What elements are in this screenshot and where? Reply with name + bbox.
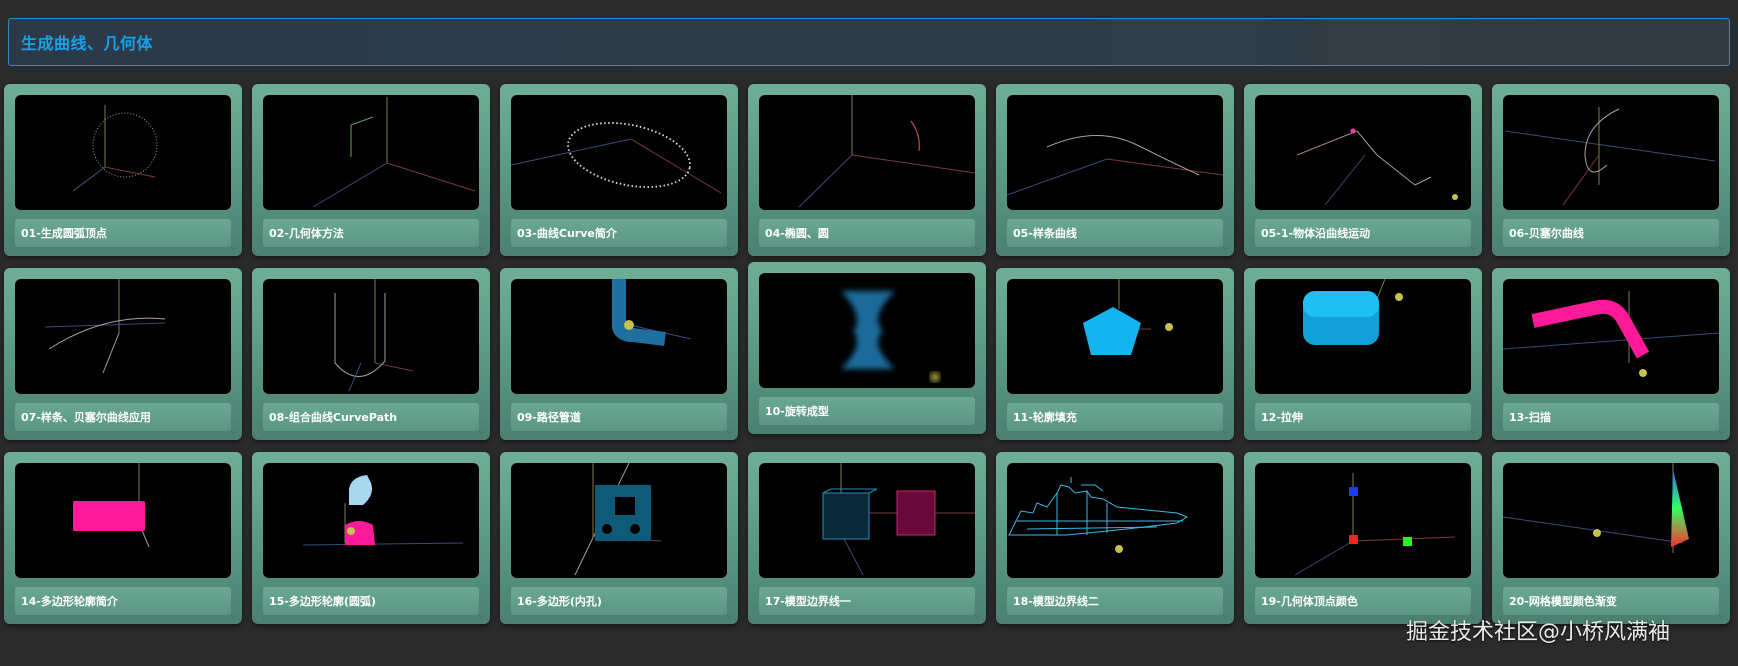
demo-card-14[interactable]: 13-扫描 (1492, 268, 1730, 440)
demo-card-label: 20-网格模型颜色渐变 (1503, 587, 1719, 615)
demo-card-04[interactable]: 04-椭圆、圆 (748, 84, 986, 256)
demo-preview (759, 463, 975, 578)
demo-card-03[interactable]: 03-曲线Curve简介 (500, 84, 738, 256)
demo-card-label: 06-贝塞尔曲线 (1503, 219, 1719, 247)
demo-card-label: 09-路径管道 (511, 403, 727, 431)
demo-preview (1503, 463, 1719, 578)
demo-card-18[interactable]: 17-模型边界线一 (748, 452, 986, 624)
demo-card-label: 07-样条、贝塞尔曲线应用 (15, 403, 231, 431)
demo-card-19[interactable]: 18-模型边界线二 (996, 452, 1234, 624)
demo-preview (511, 95, 727, 210)
demo-preview (263, 463, 479, 578)
demo-card-06[interactable]: 05-1-物体沿曲线运动 (1244, 84, 1482, 256)
demo-card-16[interactable]: 15-多边形轮廓(圆弧) (252, 452, 490, 624)
page-header: 生成曲线、几何体 (8, 18, 1730, 66)
demo-card-09[interactable]: 08-组合曲线CurvePath (252, 268, 490, 440)
demo-card-07[interactable]: 06-贝塞尔曲线 (1492, 84, 1730, 256)
page-title: 生成曲线、几何体 (21, 34, 154, 53)
demo-card-10[interactable]: 09-路径管道 (500, 268, 738, 440)
demo-card-label: 14-多边形轮廓简介 (15, 587, 231, 615)
demo-preview (1255, 279, 1471, 394)
demo-card-label: 12-拉伸 (1255, 403, 1471, 431)
demo-card-label: 16-多边形(内孔) (511, 587, 727, 615)
demo-preview (15, 279, 231, 394)
demo-preview (1007, 95, 1223, 210)
demo-preview (511, 279, 727, 394)
demo-card-label: 04-椭圆、圆 (759, 219, 975, 247)
demo-card-label: 18-模型边界线二 (1007, 587, 1223, 615)
demo-card-01[interactable]: 01-生成圆弧顶点 (4, 84, 242, 256)
demo-preview (1255, 95, 1471, 210)
demo-card-13[interactable]: 12-拉伸 (1244, 268, 1482, 440)
demo-card-02[interactable]: 02-几何体方法 (252, 84, 490, 256)
demo-preview (15, 95, 231, 210)
demo-preview (15, 463, 231, 578)
demo-preview (1503, 279, 1719, 394)
demo-card-08[interactable]: 07-样条、贝塞尔曲线应用 (4, 268, 242, 440)
demo-card-label: 11-轮廓填充 (1007, 403, 1223, 431)
demo-card-12[interactable]: 11-轮廓填充 (996, 268, 1234, 440)
demo-card-21[interactable]: 20-网格模型颜色渐变 (1492, 452, 1730, 624)
demo-card-label: 08-组合曲线CurvePath (263, 403, 479, 431)
demo-card-17[interactable]: 16-多边形(内孔) (500, 452, 738, 624)
demo-card-label: 10-旋转成型 (759, 397, 975, 425)
demo-card-label: 02-几何体方法 (263, 219, 479, 247)
demo-card-label: 13-扫描 (1503, 403, 1719, 431)
watermark: 掘金技术社区@小桥风满袖 (1406, 620, 1671, 645)
demo-card-label: 01-生成圆弧顶点 (15, 219, 231, 247)
demo-card-15[interactable]: 14-多边形轮廓简介 (4, 452, 242, 624)
demo-preview (1007, 463, 1223, 578)
demo-preview (263, 95, 479, 210)
demo-card-label: 17-模型边界线一 (759, 587, 975, 615)
demo-card-05[interactable]: 05-样条曲线 (996, 84, 1234, 256)
demo-card-label: 03-曲线Curve简介 (511, 219, 727, 247)
demo-card-20[interactable]: 19-几何体顶点颜色 (1244, 452, 1482, 624)
demo-card-label: 19-几何体顶点颜色 (1255, 587, 1471, 615)
demo-preview (1007, 279, 1223, 394)
demo-preview (263, 279, 479, 394)
demo-preview (511, 463, 727, 578)
demo-card-label: 05-样条曲线 (1007, 219, 1223, 247)
demo-preview (1255, 463, 1471, 578)
demo-preview (759, 273, 975, 388)
demo-card-label: 05-1-物体沿曲线运动 (1255, 219, 1471, 247)
demo-card-11[interactable]: 10-旋转成型 (748, 262, 986, 434)
demo-preview (759, 95, 975, 210)
demo-preview (1503, 95, 1719, 210)
demo-card-label: 15-多边形轮廓(圆弧) (263, 587, 479, 615)
